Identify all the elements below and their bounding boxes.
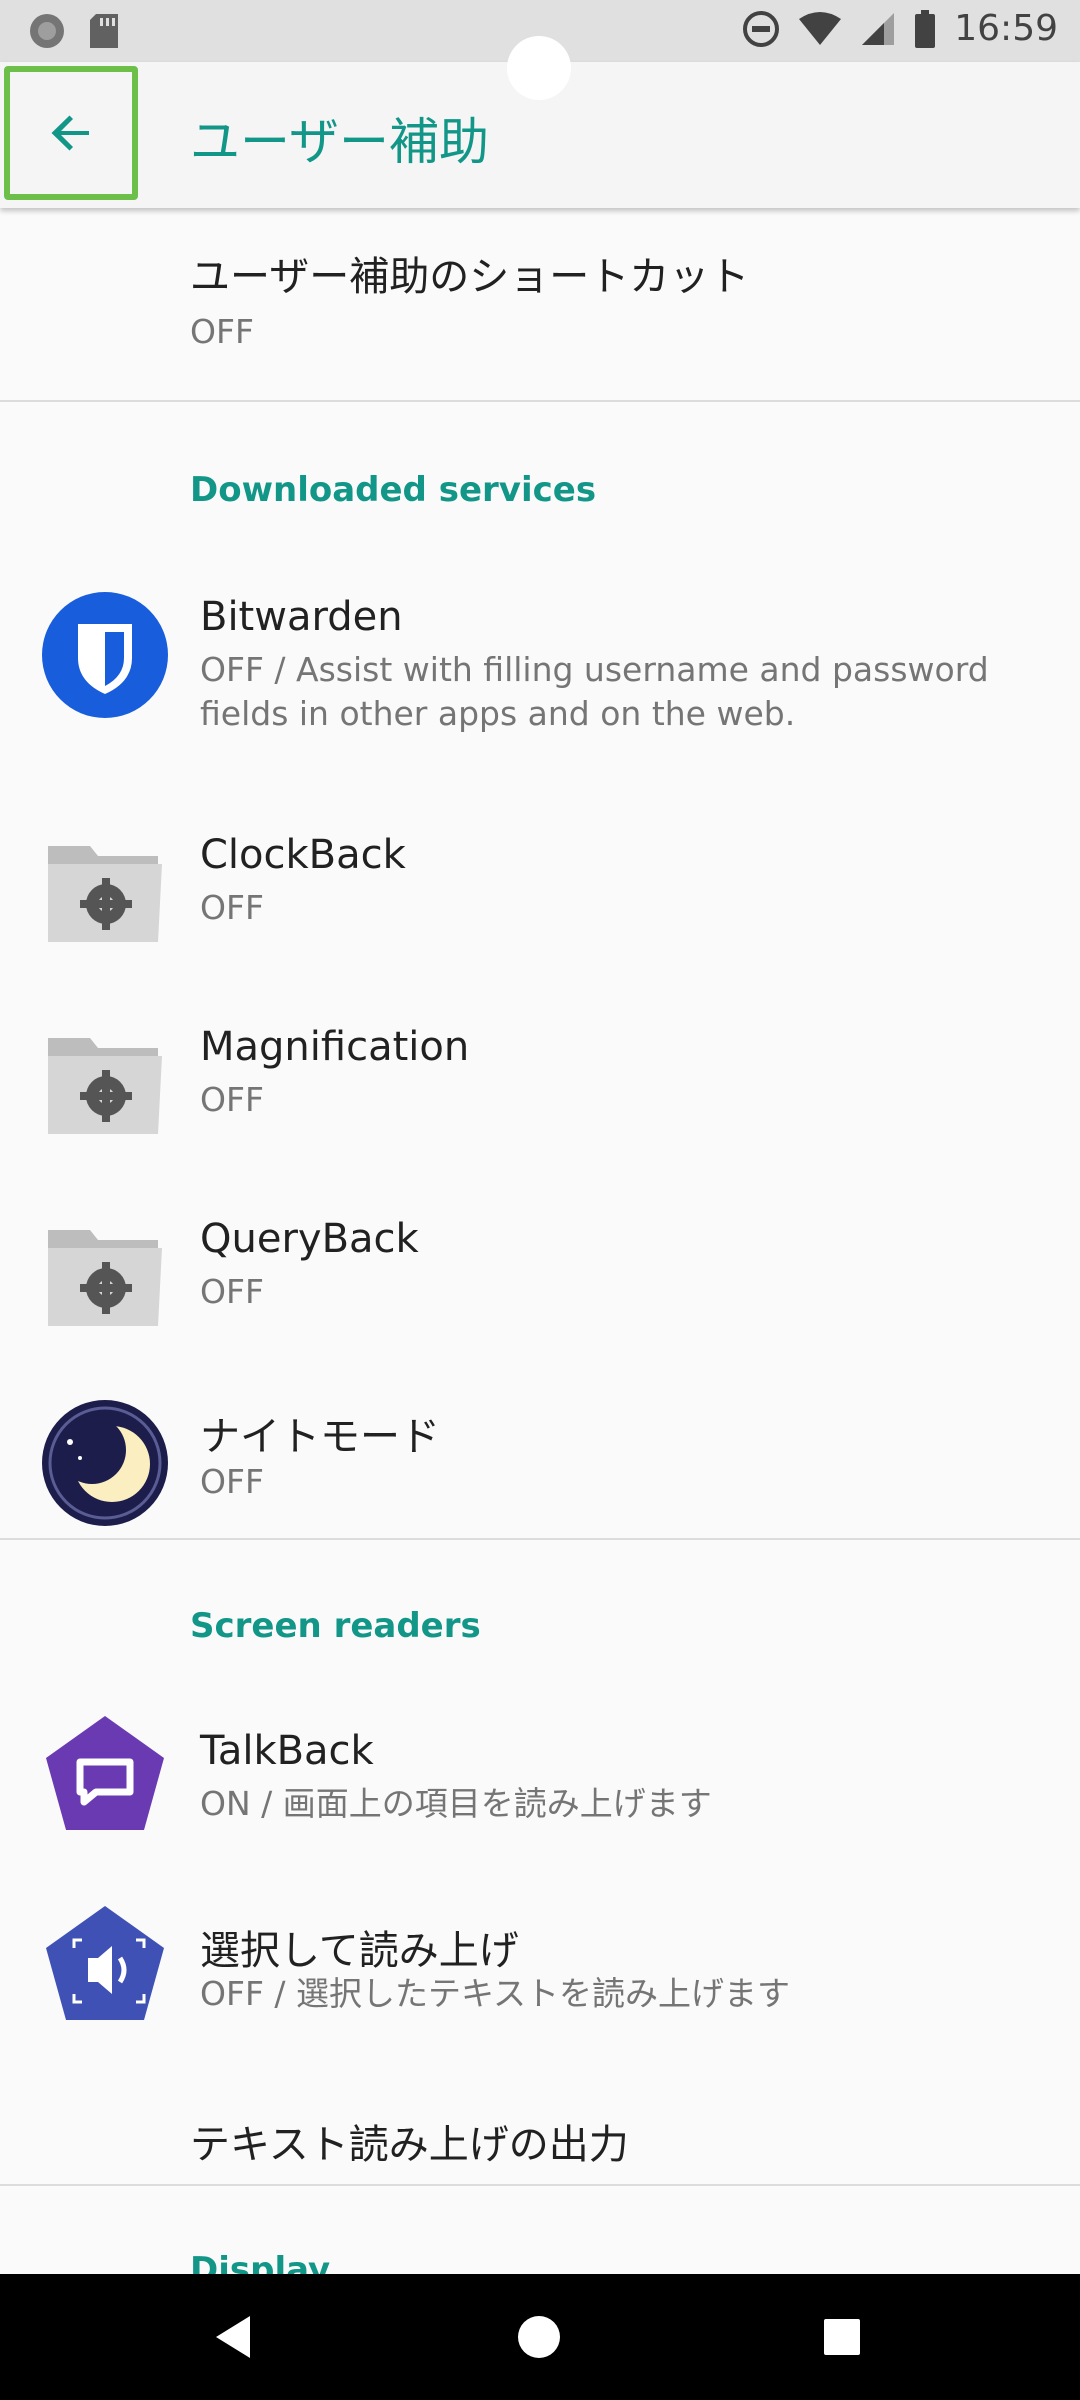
- folder-gear-icon: [48, 846, 162, 942]
- list-item-queryback[interactable]: QueryBack OFF: [0, 1186, 1080, 1376]
- sd-card-icon: [90, 14, 118, 48]
- section-header-screen-readers: Screen readers: [190, 1606, 481, 1646]
- list-item-title: ユーザー補助のショートカット: [190, 254, 750, 300]
- folder-gear-icon: [48, 1230, 162, 1326]
- list-item-shortcut[interactable]: ユーザー補助のショートカット OFF: [0, 208, 1080, 400]
- divider: [0, 1538, 1080, 1540]
- talkback-icon: [46, 1716, 164, 1830]
- navigation-bar: [0, 2274, 1080, 2400]
- list-item-talkback[interactable]: TalkBack ON / 画面上の項目を読み上げます: [0, 1708, 1080, 1898]
- list-item-subtitle: OFF: [190, 312, 254, 351]
- list-item-subtitle: OFF: [200, 1080, 264, 1119]
- do-not-disturb-icon: [743, 10, 780, 47]
- list-item-title: ナイトモード: [200, 1414, 440, 1460]
- wifi-icon: [799, 11, 842, 45]
- nav-back-icon[interactable]: [210, 2312, 260, 2362]
- camera-cutout: [507, 36, 571, 100]
- list-item-title: ClockBack: [200, 832, 406, 878]
- divider: [0, 2184, 1080, 2186]
- folder-gear-icon: [48, 1038, 162, 1134]
- list-item-subtitle: OFF: [200, 1462, 264, 1501]
- list-item-tts-output[interactable]: テキスト読み上げの出力: [0, 2088, 1080, 2184]
- list-item-subtitle: OFF: [200, 888, 264, 927]
- select-to-speak-icon: [46, 1906, 164, 2020]
- page-title: ユーザー補助: [190, 113, 489, 171]
- section-header-downloaded: Downloaded services: [190, 470, 597, 510]
- list-item-clockback[interactable]: ClockBack OFF: [0, 802, 1080, 992]
- moon-icon: [42, 1400, 168, 1526]
- list-item-title: Bitwarden: [200, 594, 403, 640]
- list-item-subtitle: OFF / Assist with filling username and p…: [200, 650, 989, 689]
- battery-icon: [915, 9, 936, 48]
- bitwarden-icon: [42, 592, 168, 718]
- list-item-title: QueryBack: [200, 1216, 419, 1262]
- cellular-signal-icon: [862, 12, 895, 45]
- arrow-back-icon: [51, 115, 89, 151]
- list-item-subtitle-line2: fields in other apps and on the web.: [200, 694, 796, 733]
- list-item-title: Magnification: [200, 1024, 470, 1070]
- list-item-select-to-speak[interactable]: 選択して読み上げ OFF / 選択したテキストを読み上げます: [0, 1898, 1080, 2088]
- divider: [0, 400, 1080, 402]
- list-item-subtitle: ON / 画面上の項目を読み上げます: [200, 1784, 712, 1823]
- nav-home-icon[interactable]: [516, 2314, 562, 2360]
- back-button[interactable]: [4, 66, 138, 200]
- list-item-title: TalkBack: [200, 1728, 374, 1774]
- list-item-subtitle: OFF / 選択したテキストを読み上げます: [200, 1974, 791, 2013]
- list-item-subtitle: OFF: [200, 1272, 264, 1311]
- list-item-magnification[interactable]: Magnification OFF: [0, 994, 1080, 1184]
- list-item-bitwarden[interactable]: Bitwarden OFF / Assist with filling user…: [0, 568, 1080, 758]
- clock: 16:59: [954, 8, 1058, 49]
- notification-dot-icon: [30, 14, 64, 48]
- nav-recents-icon[interactable]: [822, 2317, 862, 2357]
- list-item-title: テキスト読み上げの出力: [190, 2122, 629, 2168]
- list-item-title: 選択して読み上げ: [200, 1928, 519, 1974]
